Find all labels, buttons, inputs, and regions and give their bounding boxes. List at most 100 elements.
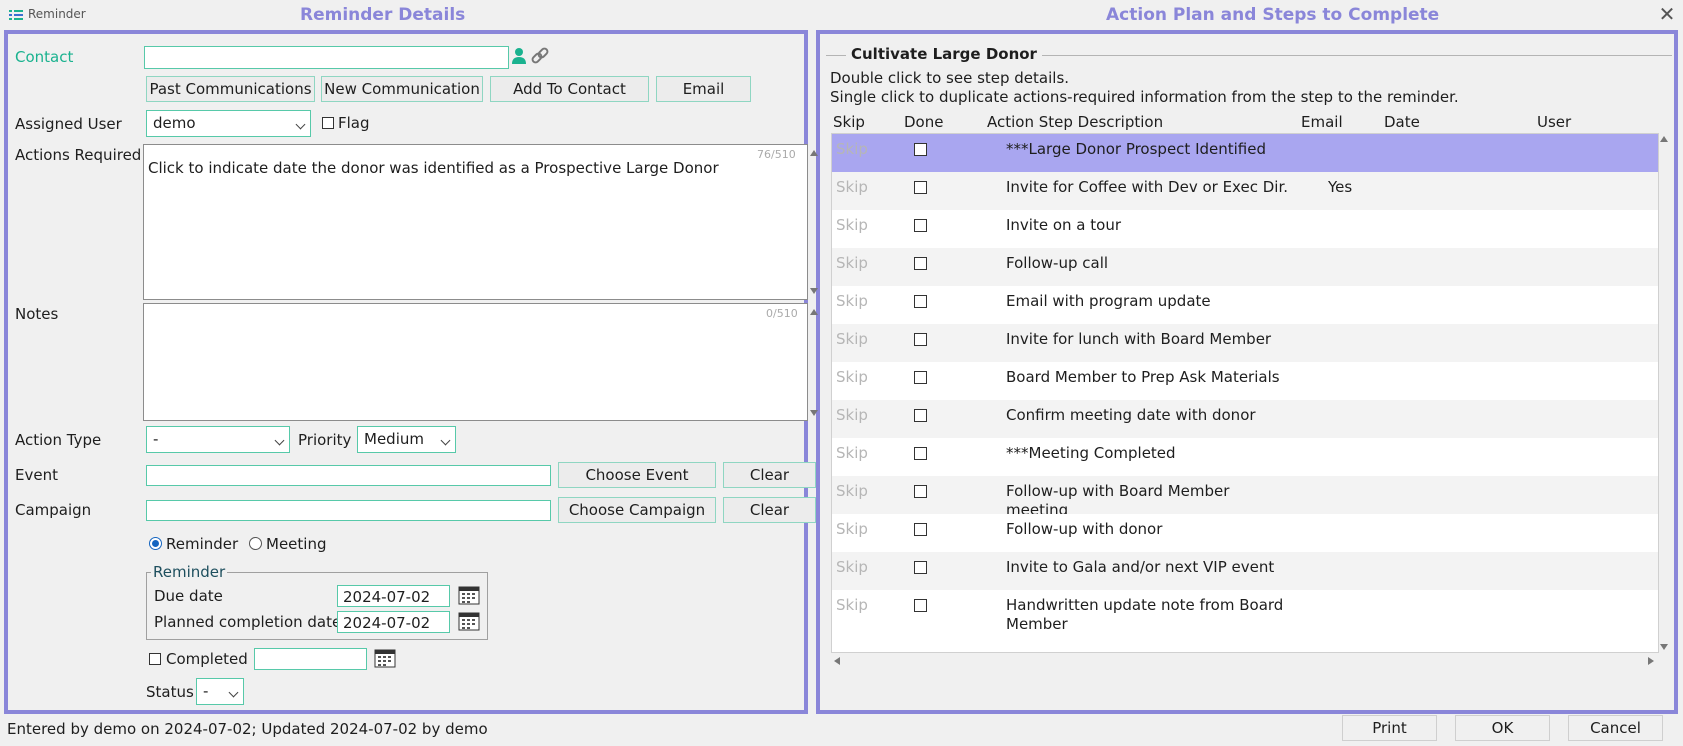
contact-input[interactable]	[144, 46, 509, 69]
close-icon[interactable]: ✕	[1655, 2, 1679, 26]
skip-cell[interactable]: Skip	[836, 444, 868, 462]
add-to-contact-button[interactable]: Add To Contact	[490, 76, 649, 102]
event-input[interactable]	[146, 465, 551, 486]
actions-required-textarea[interactable]: Click to indicate date the donor was ide…	[143, 144, 808, 300]
due-date-input[interactable]: 2024-07-02	[337, 585, 450, 607]
scroll-up-icon[interactable]	[810, 309, 818, 315]
choose-event-button[interactable]: Choose Event	[558, 462, 716, 488]
planned-completion-input[interactable]: 2024-07-02	[337, 611, 450, 633]
ok-button[interactable]: OK	[1455, 715, 1550, 741]
column-header-user[interactable]: User	[1537, 113, 1571, 131]
campaign-clear-button[interactable]: Clear	[723, 497, 816, 523]
done-checkbox[interactable]	[914, 295, 927, 308]
scroll-up-icon[interactable]	[1660, 136, 1668, 142]
step-description[interactable]: Confirm meeting date with donor	[1006, 406, 1296, 425]
done-checkbox[interactable]	[914, 333, 927, 346]
skip-cell[interactable]: Skip	[836, 482, 868, 500]
step-description[interactable]: Handwritten update note from Board Membe…	[1006, 596, 1296, 634]
step-description[interactable]: Email with program update	[1006, 292, 1296, 311]
step-description[interactable]: ***Meeting Completed	[1006, 444, 1296, 463]
reminder-radio[interactable]	[149, 537, 162, 550]
skip-cell[interactable]: Skip	[836, 216, 868, 234]
choose-campaign-button[interactable]: Choose Campaign	[558, 497, 716, 523]
skip-cell[interactable]: Skip	[836, 254, 868, 272]
skip-cell[interactable]: Skip	[836, 406, 868, 424]
done-checkbox[interactable]	[914, 181, 927, 194]
flag-checkbox[interactable]	[322, 117, 334, 129]
done-checkbox[interactable]	[914, 143, 927, 156]
calendar-icon[interactable]	[458, 585, 480, 605]
skip-cell[interactable]: Skip	[836, 520, 868, 538]
table-row[interactable]: Skip Confirm meeting date with donor	[832, 400, 1658, 438]
planned-completion-label: Planned completion date	[154, 613, 342, 631]
done-checkbox[interactable]	[914, 409, 927, 422]
scroll-down-icon[interactable]	[810, 288, 818, 294]
step-description[interactable]: Follow-up with donor	[1006, 520, 1296, 539]
notes-textarea[interactable]: 0/510	[143, 303, 808, 421]
done-checkbox[interactable]	[914, 485, 927, 498]
scroll-right-icon[interactable]	[1648, 657, 1654, 665]
column-header-date[interactable]: Date	[1384, 113, 1420, 131]
table-row[interactable]: Skip Handwritten update note from Board M…	[832, 590, 1658, 633]
step-description[interactable]: Invite on a tour	[1006, 216, 1296, 235]
link-icon[interactable]	[530, 46, 550, 66]
table-row[interactable]: Skip ***Large Donor Prospect Identified	[832, 134, 1658, 172]
calendar-icon[interactable]	[374, 648, 396, 668]
meeting-radio[interactable]	[249, 537, 262, 550]
event-clear-button[interactable]: Clear	[723, 462, 816, 488]
campaign-input[interactable]	[146, 500, 551, 521]
completed-date-input[interactable]	[254, 648, 367, 670]
done-checkbox[interactable]	[914, 371, 927, 384]
table-row[interactable]: Skip Follow-up call	[832, 248, 1658, 286]
done-checkbox[interactable]	[914, 219, 927, 232]
table-row[interactable]: Skip Invite on a tour	[832, 210, 1658, 248]
email-button[interactable]: Email	[656, 76, 751, 102]
cancel-button[interactable]: Cancel	[1568, 715, 1663, 741]
scroll-down-icon[interactable]	[810, 410, 818, 416]
status-value: -	[203, 682, 209, 700]
column-header-skip[interactable]: Skip	[833, 113, 865, 131]
person-icon[interactable]	[511, 47, 527, 65]
table-row[interactable]: Skip Invite for Coffee with Dev or Exec D…	[832, 172, 1658, 210]
table-row[interactable]: Skip Follow-up with donor	[832, 514, 1658, 552]
print-button[interactable]: Print	[1342, 715, 1437, 741]
table-row[interactable]: Skip Email with program update	[832, 286, 1658, 324]
done-checkbox[interactable]	[914, 523, 927, 536]
done-checkbox[interactable]	[914, 257, 927, 270]
calendar-icon[interactable]	[458, 611, 480, 631]
table-row[interactable]: Skip Follow-up with Board Member meeting	[832, 476, 1658, 519]
skip-cell[interactable]: Skip	[836, 596, 868, 614]
done-checkbox[interactable]	[914, 561, 927, 574]
past-communications-button[interactable]: Past Communications	[146, 76, 315, 102]
skip-cell[interactable]: Skip	[836, 558, 868, 576]
step-description[interactable]: Follow-up call	[1006, 254, 1296, 273]
skip-cell[interactable]: Skip	[836, 178, 868, 196]
scroll-left-icon[interactable]	[834, 657, 840, 665]
skip-cell[interactable]: Skip	[836, 292, 868, 310]
scroll-up-icon[interactable]	[810, 150, 818, 156]
skip-cell[interactable]: Skip	[836, 368, 868, 386]
scroll-down-icon[interactable]	[1660, 644, 1668, 650]
table-row[interactable]: Skip Invite to Gala and/or next VIP event	[832, 552, 1658, 590]
table-row[interactable]: Skip Board Member to Prep Ask Materials	[832, 362, 1658, 400]
status-select[interactable]: -	[196, 678, 244, 705]
priority-select[interactable]: Medium	[357, 426, 456, 453]
new-communication-button[interactable]: New Communication	[321, 76, 483, 102]
action-type-select[interactable]: -	[146, 426, 290, 453]
column-header-done[interactable]: Done	[904, 113, 943, 131]
done-checkbox[interactable]	[914, 599, 927, 612]
step-description[interactable]: Invite for lunch with Board Member	[1006, 330, 1296, 349]
column-header-email[interactable]: Email	[1301, 113, 1343, 131]
skip-cell[interactable]: Skip	[836, 330, 868, 348]
skip-cell[interactable]: Skip	[836, 140, 868, 158]
step-description[interactable]: Invite for Coffee with Dev or Exec Dir.	[1006, 178, 1296, 197]
completed-checkbox[interactable]	[149, 653, 161, 665]
table-row[interactable]: Skip ***Meeting Completed	[832, 438, 1658, 476]
table-row[interactable]: Skip Invite for lunch with Board Member	[832, 324, 1658, 362]
column-header-description[interactable]: Action Step Description	[987, 113, 1163, 131]
assigned-user-select[interactable]: demo	[146, 110, 311, 137]
step-description[interactable]: Board Member to Prep Ask Materials	[1006, 368, 1296, 387]
step-description[interactable]: Invite to Gala and/or next VIP event	[1006, 558, 1296, 577]
step-description[interactable]: ***Large Donor Prospect Identified	[1006, 140, 1296, 159]
done-checkbox[interactable]	[914, 447, 927, 460]
